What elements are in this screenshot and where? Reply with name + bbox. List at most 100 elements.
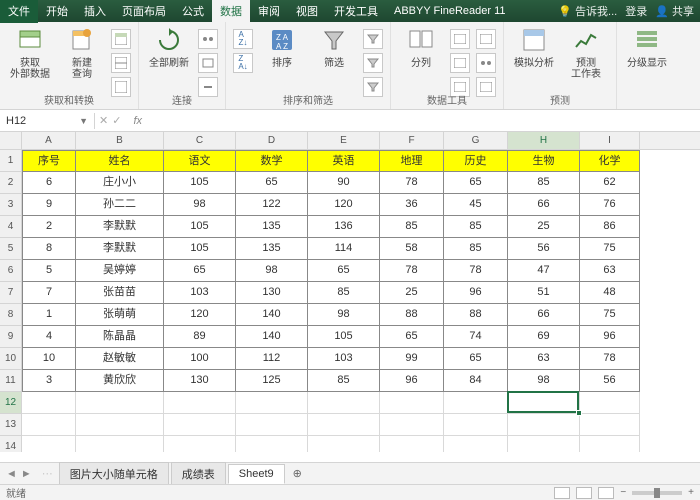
cell-F7[interactable]: 25 [380, 282, 444, 304]
row-header-2[interactable]: 2 [0, 172, 21, 194]
cell-B12[interactable] [76, 392, 164, 414]
cell-F4[interactable]: 85 [380, 216, 444, 238]
cell-E12[interactable] [308, 392, 380, 414]
select-all-corner[interactable] [0, 132, 22, 149]
enter-icon[interactable]: ✓ [112, 114, 121, 127]
cell-D2[interactable]: 65 [236, 172, 308, 194]
cell-D6[interactable]: 98 [236, 260, 308, 282]
cell-I12[interactable] [580, 392, 640, 414]
cell-H13[interactable] [508, 414, 580, 436]
cell-I2[interactable]: 62 [580, 172, 640, 194]
col-header-G[interactable]: G [444, 132, 508, 149]
show-queries-button[interactable] [111, 29, 131, 49]
consolidate-button[interactable] [476, 29, 496, 49]
connections-button[interactable] [198, 29, 218, 49]
reapply-button[interactable] [363, 53, 383, 73]
row-header-14[interactable]: 14 [0, 436, 21, 452]
new-query-button[interactable]: 新建 查询 [58, 24, 106, 80]
row-header-10[interactable]: 10 [0, 348, 21, 370]
cell-H3[interactable]: 66 [508, 194, 580, 216]
fx-button[interactable]: fx [125, 115, 150, 127]
cell-A5[interactable]: 8 [22, 238, 76, 260]
cell-A1[interactable]: 序号 [22, 150, 76, 172]
cell-F2[interactable]: 78 [380, 172, 444, 194]
cell-C7[interactable]: 103 [164, 282, 236, 304]
cell-F1[interactable]: 地理 [380, 150, 444, 172]
cell-F8[interactable]: 88 [380, 304, 444, 326]
cell-B8[interactable]: 张萌萌 [76, 304, 164, 326]
cell-C3[interactable]: 98 [164, 194, 236, 216]
row-header-6[interactable]: 6 [0, 260, 21, 282]
sort-button[interactable]: Z AA Z 排序 [258, 24, 306, 69]
sheet-tab-0[interactable]: 图片大小随单元格 [59, 462, 169, 485]
sheet-tab-1[interactable]: 成绩表 [171, 462, 226, 485]
login-button[interactable]: 登录 [625, 3, 647, 19]
tab-developer[interactable]: 开发工具 [326, 0, 386, 23]
cell-H9[interactable]: 69 [508, 326, 580, 348]
cell-C1[interactable]: 语文 [164, 150, 236, 172]
normal-view-button[interactable] [554, 487, 570, 499]
sheet-tab-2[interactable]: Sheet9 [228, 464, 285, 484]
cell-E4[interactable]: 136 [308, 216, 380, 238]
cell-A8[interactable]: 1 [22, 304, 76, 326]
tab-abbyy[interactable]: ABBYY FineReader 11 [386, 1, 514, 21]
row-header-7[interactable]: 7 [0, 282, 21, 304]
from-table-button[interactable] [111, 53, 131, 73]
cell-A6[interactable]: 5 [22, 260, 76, 282]
get-external-data-button[interactable]: 获取 外部数据 [6, 24, 54, 80]
cell-B6[interactable]: 吴婷婷 [76, 260, 164, 282]
tab-page-layout[interactable]: 页面布局 [114, 0, 174, 23]
cell-H8[interactable]: 66 [508, 304, 580, 326]
cell-E11[interactable]: 85 [308, 370, 380, 392]
cell-F5[interactable]: 58 [380, 238, 444, 260]
row-header-9[interactable]: 9 [0, 326, 21, 348]
zoom-in-button[interactable]: + [688, 487, 694, 498]
whatif-button[interactable]: 模拟分析 [510, 24, 558, 69]
row-header-13[interactable]: 13 [0, 414, 21, 436]
cell-E1[interactable]: 英语 [308, 150, 380, 172]
cell-C11[interactable]: 130 [164, 370, 236, 392]
row-header-4[interactable]: 4 [0, 216, 21, 238]
cell-C2[interactable]: 105 [164, 172, 236, 194]
page-break-view-button[interactable] [598, 487, 614, 499]
cell-D13[interactable] [236, 414, 308, 436]
fill-handle[interactable] [576, 410, 582, 416]
col-header-H[interactable]: H [508, 132, 580, 149]
cell-D10[interactable]: 112 [236, 348, 308, 370]
cell-C5[interactable]: 105 [164, 238, 236, 260]
cell-I4[interactable]: 86 [580, 216, 640, 238]
tab-home[interactable]: 开始 [38, 0, 76, 23]
cell-I8[interactable]: 75 [580, 304, 640, 326]
cell-I3[interactable]: 76 [580, 194, 640, 216]
cell-F10[interactable]: 99 [380, 348, 444, 370]
tab-file[interactable]: 文件 [0, 0, 38, 23]
cell-E10[interactable]: 103 [308, 348, 380, 370]
cell-G12[interactable] [444, 392, 508, 414]
cell-I10[interactable]: 78 [580, 348, 640, 370]
cell-I6[interactable]: 63 [580, 260, 640, 282]
col-header-C[interactable]: C [164, 132, 236, 149]
cell-I1[interactable]: 化学 [580, 150, 640, 172]
cell-B10[interactable]: 赵敏敏 [76, 348, 164, 370]
cell-D14[interactable] [236, 436, 308, 452]
cell-G4[interactable]: 85 [444, 216, 508, 238]
tab-view[interactable]: 视图 [288, 0, 326, 23]
col-header-E[interactable]: E [308, 132, 380, 149]
tab-review[interactable]: 审阅 [250, 0, 288, 23]
cell-E2[interactable]: 90 [308, 172, 380, 194]
tab-data[interactable]: 数据 [212, 0, 250, 23]
cell-F12[interactable] [380, 392, 444, 414]
worksheet-grid[interactable]: 1234567891011121314 序号姓名语文数学英语地理历史生物化学6庄… [0, 150, 700, 452]
cell-I7[interactable]: 48 [580, 282, 640, 304]
cell-D5[interactable]: 135 [236, 238, 308, 260]
cell-G3[interactable]: 45 [444, 194, 508, 216]
sheet-nav-first[interactable]: ◄ [6, 468, 17, 480]
cell-G10[interactable]: 65 [444, 348, 508, 370]
cell-D7[interactable]: 130 [236, 282, 308, 304]
cell-B9[interactable]: 陈晶晶 [76, 326, 164, 348]
cell-H10[interactable]: 63 [508, 348, 580, 370]
col-header-I[interactable]: I [580, 132, 640, 149]
cell-A13[interactable] [22, 414, 76, 436]
cell-D11[interactable]: 125 [236, 370, 308, 392]
col-header-D[interactable]: D [236, 132, 308, 149]
